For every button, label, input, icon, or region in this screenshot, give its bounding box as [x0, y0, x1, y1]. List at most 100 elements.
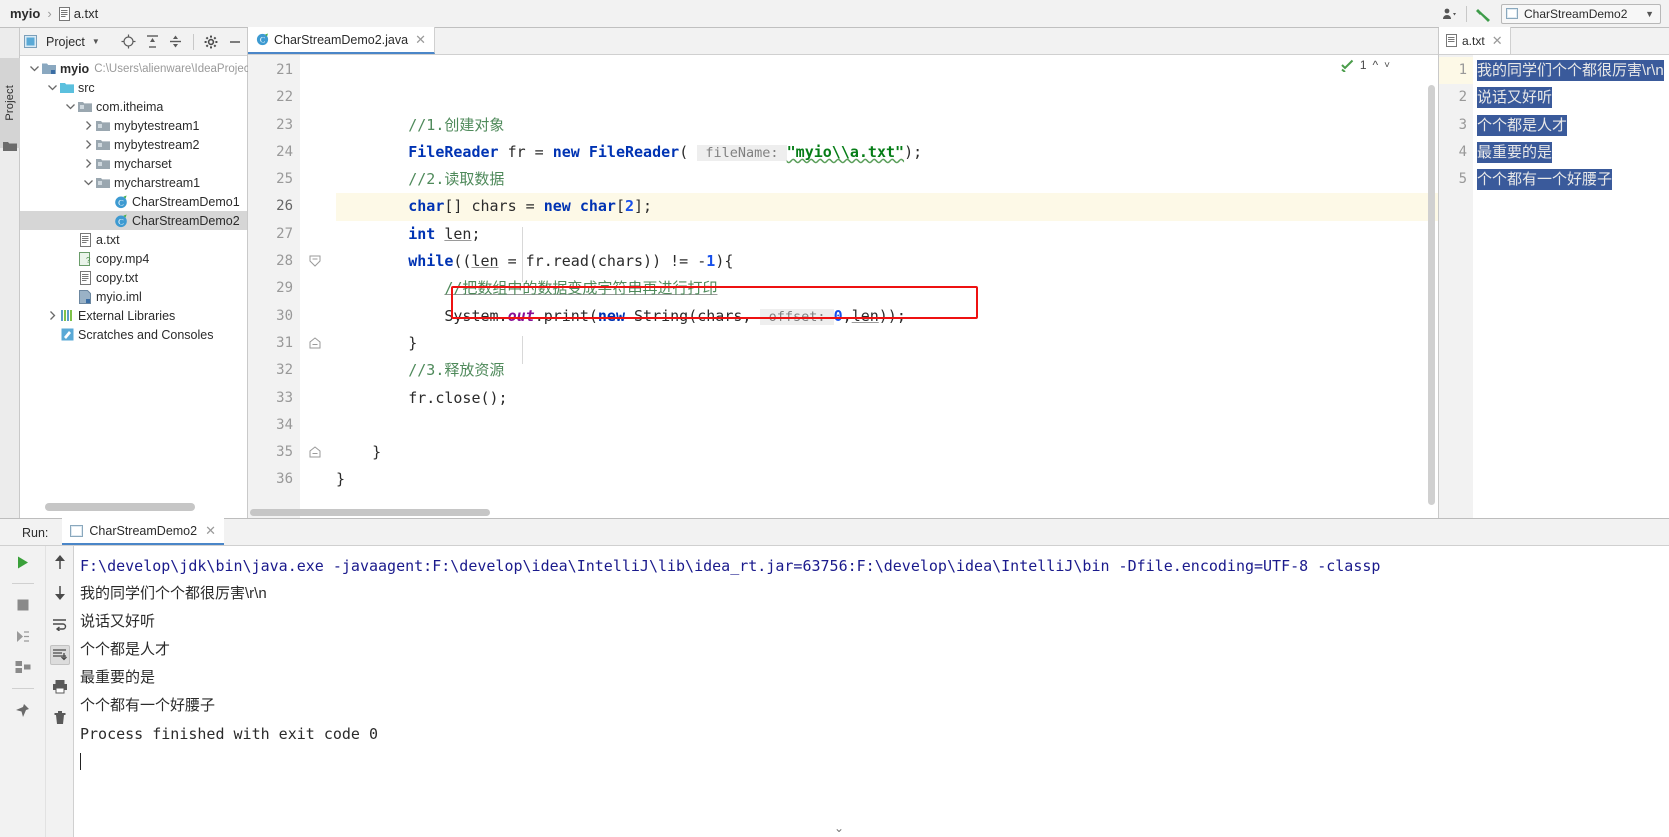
- code-line[interactable]: //1.创建对象: [336, 112, 1438, 139]
- scroll-to-end-button[interactable]: [49, 645, 70, 665]
- code-line[interactable]: //3.释放资源: [336, 357, 1438, 384]
- code-editor[interactable]: 21 22 23 24 25 26 27 28 29 30 31 32 33 34 35 36 //1.创建对…: [248, 55, 1438, 518]
- soft-wrap-button[interactable]: [50, 614, 70, 634]
- tree-node-a-txt[interactable]: a.txt: [20, 230, 247, 249]
- run-configuration-selector[interactable]: CharStreamDemo2 ▼: [1501, 3, 1661, 24]
- tree-node-charstreamdemo1[interactable]: C CharStreamDemo1: [20, 192, 247, 211]
- code-line[interactable]: }: [336, 439, 1438, 466]
- rerun-button[interactable]: [13, 552, 33, 572]
- resume-program-button[interactable]: [13, 626, 33, 646]
- tree-node-charstreamdemo2[interactable]: C CharStreamDemo2: [20, 211, 247, 230]
- chevron-down-icon[interactable]: ˅: [1384, 60, 1390, 71]
- run-tab-label: CharStreamDemo2: [89, 523, 198, 538]
- tree-node-src[interactable]: src: [20, 78, 247, 97]
- close-icon[interactable]: ✕: [205, 523, 216, 539]
- code-line[interactable]: [336, 57, 1438, 84]
- editor-gutter-line-numbers[interactable]: 21 22 23 24 25 26 27 28 29 30 31 32 33 34 35 36: [248, 55, 300, 518]
- inspection-widget[interactable]: 1 ^ ˅: [1341, 58, 1390, 72]
- code-line[interactable]: //2.读取数据: [336, 166, 1438, 193]
- project-horizontal-scrollbar[interactable]: [45, 503, 195, 511]
- pin-tab-button[interactable]: [13, 700, 33, 720]
- run-tab-charstreamdemo2[interactable]: CharStreamDemo2 ✕: [62, 518, 224, 545]
- tree-toggle-arrow[interactable]: [28, 64, 41, 73]
- code-line[interactable]: }: [336, 466, 1438, 493]
- breadcrumb-file[interactable]: a.txt: [74, 6, 99, 21]
- up-the-stack-trace-button[interactable]: [50, 552, 70, 572]
- atxt-line[interactable]: 个个都有一个好腰子: [1473, 166, 1669, 193]
- code-line[interactable]: //把数组中的数据变成字符串再进行打印: [336, 275, 1438, 302]
- chevron-down-icon[interactable]: ▼: [1645, 9, 1654, 19]
- chevron-up-icon[interactable]: ^: [1373, 58, 1379, 72]
- tree-node-scratches-and-consoles[interactable]: Scratches and Consoles: [20, 325, 247, 344]
- folder-icon[interactable]: [3, 140, 17, 155]
- tree-toggle-arrow[interactable]: [82, 178, 95, 187]
- tree-node-com-itheima[interactable]: com.itheima: [20, 97, 247, 116]
- breadcrumb-project[interactable]: myio: [10, 6, 40, 21]
- toolbar-divider: [1466, 5, 1467, 22]
- sidebar-item-project[interactable]: Project: [0, 58, 20, 148]
- code-line[interactable]: System.out.print(new String(chars, offse…: [336, 303, 1438, 330]
- editor-fold-column[interactable]: [300, 55, 336, 518]
- tree-node-external-libraries[interactable]: External Libraries: [20, 306, 247, 325]
- code-fold-end-icon[interactable]: [309, 337, 322, 350]
- close-icon[interactable]: ✕: [1492, 33, 1503, 49]
- code-fold-expanded-icon[interactable]: [309, 255, 322, 268]
- package-icon: [95, 177, 111, 189]
- hide-panel-icon[interactable]: [226, 32, 243, 52]
- editor-tab-atxt[interactable]: a.txt ✕: [1439, 27, 1511, 54]
- console-caret-line[interactable]: [80, 748, 1669, 776]
- tree-toggle-arrow[interactable]: [46, 311, 59, 320]
- tree-node-copy-mp4[interactable]: ? copy.mp4: [20, 249, 247, 268]
- tree-node-mycharstream1[interactable]: mycharstream1: [20, 173, 247, 192]
- tree-node-label: CharStreamDemo1: [132, 194, 240, 209]
- code-line[interactable]: char[] chars = new char[2];: [336, 193, 1438, 221]
- editor-code-column[interactable]: //1.创建对象 FileReader fr = new FileReader(…: [336, 55, 1438, 518]
- settings-gear-icon[interactable]: [203, 32, 220, 52]
- atxt-line[interactable]: 个个都是人才: [1473, 112, 1669, 139]
- code-line[interactable]: [336, 84, 1438, 111]
- stop-button[interactable]: [13, 595, 33, 615]
- thread-dump-button[interactable]: [13, 657, 33, 677]
- locate-icon[interactable]: [121, 32, 138, 52]
- tree-node-label: copy.mp4: [96, 251, 150, 266]
- tree-node-myio[interactable]: myio C:\Users\alienware\IdeaProjec: [20, 59, 250, 78]
- atxt-content[interactable]: 我的同学们个个都很厉害\r\n 说话又好听 个个都是人才 最重要的是 个个都有一个好腰子: [1473, 55, 1669, 518]
- print-button[interactable]: [50, 676, 70, 696]
- code-line[interactable]: [336, 412, 1438, 439]
- editor-horizontal-scrollbar[interactable]: [250, 509, 490, 516]
- code-line[interactable]: FileReader fr = new FileReader( fileName…: [336, 139, 1438, 166]
- collapse-all-icon[interactable]: [168, 32, 185, 52]
- editor-tab-charstreamdemo2[interactable]: C CharStreamDemo2.java ✕: [248, 27, 435, 54]
- close-icon[interactable]: ✕: [415, 32, 426, 48]
- tree-node-myio-iml[interactable]: myio.iml: [20, 287, 247, 306]
- tree-node-copy-txt[interactable]: copy.txt: [20, 268, 247, 287]
- expand-all-icon[interactable]: [144, 32, 161, 52]
- user-settings-icon[interactable]: [1438, 4, 1460, 24]
- tree-node-mycharset[interactable]: mycharset: [20, 154, 247, 173]
- tree-node-mybytestream1[interactable]: mybytestream1: [20, 116, 247, 135]
- code-line[interactable]: while((len = fr.read(chars)) != -1){: [336, 248, 1438, 275]
- atxt-code-area[interactable]: 1 2 3 4 5 我的同学们个个都很厉害\r\n 说话又好听 个个都是人才 最重要的是 个个都…: [1439, 55, 1669, 518]
- toolbar-divider: [11, 583, 34, 584]
- code-line[interactable]: }: [336, 330, 1438, 357]
- tree-toggle-arrow[interactable]: [64, 102, 77, 111]
- console-output[interactable]: ⌄ F:\develop\jdk\bin\java.exe -javaagent…: [74, 546, 1669, 837]
- down-the-stack-trace-button[interactable]: [50, 583, 70, 603]
- project-tree[interactable]: myio C:\Users\alienware\IdeaProjec src com.…: [20, 56, 250, 344]
- atxt-line[interactable]: 说话又好听: [1473, 84, 1669, 111]
- tree-toggle-arrow[interactable]: [82, 121, 95, 130]
- tree-node-mybytestream2[interactable]: mybytestream2: [20, 135, 247, 154]
- code-line[interactable]: int len;: [336, 221, 1438, 248]
- atxt-line[interactable]: 我的同学们个个都很厉害\r\n: [1473, 57, 1669, 84]
- tree-toggle-arrow[interactable]: [82, 140, 95, 149]
- hammer-icon[interactable]: [1473, 4, 1495, 24]
- atxt-line[interactable]: 最重要的是: [1473, 139, 1669, 166]
- code-line[interactable]: fr.close();: [336, 385, 1438, 412]
- editor-vertical-scrollbar[interactable]: [1428, 85, 1435, 505]
- gutter-line-number: 21: [276, 62, 293, 78]
- chevron-down-icon[interactable]: ▼: [92, 37, 100, 46]
- clear-all-button[interactable]: [50, 707, 70, 727]
- code-fold-end-icon[interactable]: [309, 446, 322, 459]
- tree-toggle-arrow[interactable]: [46, 83, 59, 92]
- tree-toggle-arrow[interactable]: [82, 159, 95, 168]
